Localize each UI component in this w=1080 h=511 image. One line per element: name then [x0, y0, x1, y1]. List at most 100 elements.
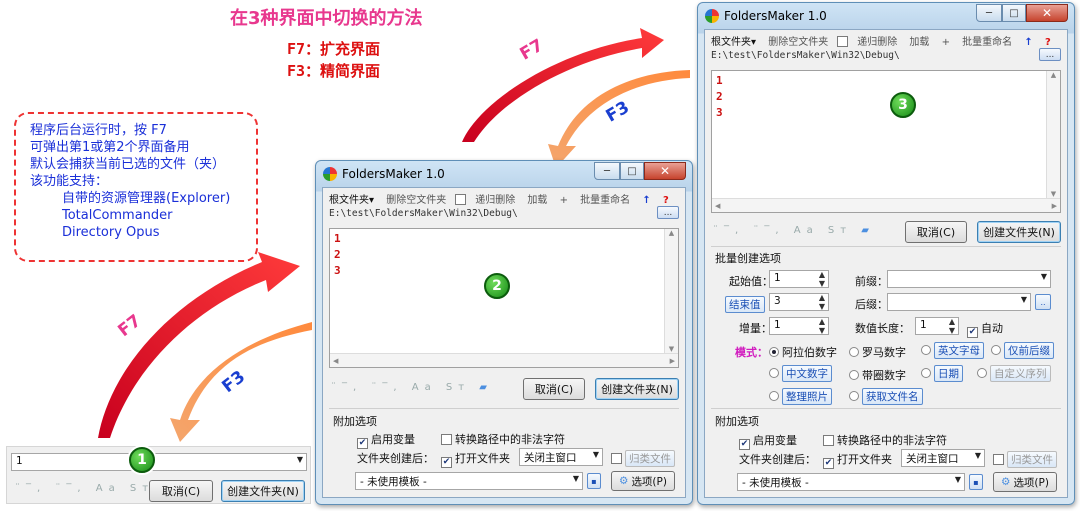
dropdown-arrow-icon[interactable]: ▼: [297, 455, 303, 464]
batch-rename-button[interactable]: 批量重命名: [962, 37, 1012, 48]
help-icon[interactable]: ?: [663, 195, 669, 206]
style-icon[interactable]: Sт: [828, 225, 852, 236]
start-spinner[interactable]: 1 ▲ ▼: [769, 270, 829, 288]
add-button[interactable]: +: [942, 37, 950, 48]
mode-roman[interactable]: 罗马数字: [849, 344, 906, 360]
convert-illegal-checkbox[interactable]: [441, 434, 452, 445]
cancel-button[interactable]: 取消(C): [523, 378, 585, 400]
batch-rename-button[interactable]: 批量重命名: [580, 195, 630, 206]
tool-icon-b[interactable]: ¨‾,: [55, 483, 86, 494]
up-arrow-icon[interactable]: ↑: [1024, 37, 1032, 48]
auto-option[interactable]: ✔ 自动: [967, 320, 1003, 338]
template-menu-button[interactable]: ▪: [969, 474, 983, 490]
maximize-button[interactable]: □: [620, 162, 644, 180]
dropdown-arrow-icon[interactable]: ▼: [593, 450, 599, 459]
mode-date-button[interactable]: 日期: [934, 365, 963, 382]
dropdown-arrow-icon[interactable]: ▼: [573, 474, 579, 483]
mode-cn-numbers-radio[interactable]: [769, 368, 779, 378]
mode-photos[interactable]: 整理照片: [769, 388, 832, 405]
suffix-select[interactable]: ▼: [887, 293, 1031, 311]
scroll-up-icon[interactable]: ▲: [1051, 71, 1056, 79]
step-spinner[interactable]: 1 ▲ ▼: [769, 317, 829, 335]
create-folder-button[interactable]: 创建文件夹(N): [221, 480, 305, 502]
classify-button[interactable]: 归类文件: [625, 450, 675, 467]
style-icon[interactable]: Sт: [446, 382, 470, 393]
mode-circled[interactable]: 带圈数字: [849, 367, 906, 383]
up-arrow-icon[interactable]: ↑: [642, 195, 650, 206]
mode-circled-radio[interactable]: [849, 370, 859, 380]
enable-var-option[interactable]: ✔ 启用变量: [739, 432, 797, 450]
template-select[interactable]: - 未使用模板 - ▼: [355, 472, 583, 490]
scroll-left-icon[interactable]: ◀: [333, 357, 338, 365]
case-icon[interactable]: Aa: [96, 483, 121, 494]
end-value-option[interactable]: 结束值: [725, 296, 765, 313]
minimize-button[interactable]: ─: [594, 162, 620, 180]
mode-date[interactable]: 日期: [921, 365, 963, 382]
vertical-scrollbar[interactable]: ▲ ▼: [1046, 71, 1060, 198]
folder-names-editor[interactable]: 1 2 3 ▲ ▼ ◀ ▶: [711, 70, 1061, 213]
dropdown-arrow-icon[interactable]: ▼: [1021, 295, 1027, 304]
mode-photos-button[interactable]: 整理照片: [782, 388, 832, 405]
close-button[interactable]: ✕: [1026, 4, 1068, 22]
template-menu-button[interactable]: ▪: [587, 473, 601, 489]
mode-en-letters-radio[interactable]: [921, 345, 931, 355]
mode-custom-radio[interactable]: [977, 368, 987, 378]
open-folder-checkbox[interactable]: ✔: [441, 457, 452, 468]
root-folder-menu[interactable]: 根文件夹▾: [711, 37, 756, 48]
browse-button[interactable]: ...: [1039, 48, 1061, 61]
after-create-select[interactable]: 关闭主窗口 ▼: [519, 448, 603, 466]
mode-en-letters[interactable]: 英文字母: [921, 342, 984, 359]
spin-arrows-icon[interactable]: ▲ ▼: [819, 270, 825, 288]
horizontal-scrollbar[interactable]: ◀ ▶: [712, 198, 1060, 212]
folder-icon[interactable]: ▰: [861, 225, 875, 236]
convert-illegal-option[interactable]: 转换路径中的非法字符: [823, 432, 947, 448]
classify-option[interactable]: 归类文件: [611, 450, 675, 467]
tool-icon-a[interactable]: ¨‾,: [713, 225, 744, 236]
load-button[interactable]: 加载: [527, 195, 547, 206]
name-input[interactable]: 1 ▼: [11, 453, 307, 471]
open-folder-option[interactable]: ✔ 打开文件夹: [441, 450, 510, 468]
cancel-button[interactable]: 取消(C): [149, 480, 213, 502]
after-create-select[interactable]: 关闭主窗口 ▼: [901, 449, 985, 467]
dropdown-arrow-icon[interactable]: ▼: [955, 475, 961, 484]
convert-illegal-checkbox[interactable]: [823, 435, 834, 446]
end-value-button[interactable]: 结束值: [725, 296, 765, 313]
mode-custom-button[interactable]: 自定义序列: [990, 365, 1051, 382]
case-icon[interactable]: Aa: [794, 225, 819, 236]
suffix-browse-button[interactable]: ..: [1035, 294, 1051, 310]
mode-arabic[interactable]: 阿拉伯数字: [769, 344, 837, 360]
dropdown-arrow-icon[interactable]: ▼: [1041, 272, 1047, 281]
delete-empty-folders[interactable]: 删除空文件夹: [768, 37, 828, 48]
tool-icon-a[interactable]: ¨‾,: [15, 483, 46, 494]
dropdown-arrow-icon[interactable]: ▼: [975, 451, 981, 460]
spin-arrows-icon[interactable]: ▲ ▼: [819, 293, 825, 311]
scroll-right-icon[interactable]: ▶: [670, 357, 675, 365]
create-folder-button[interactable]: 创建文件夹(N): [977, 221, 1061, 243]
mode-photos-radio[interactable]: [769, 391, 779, 401]
mode-cn-numbers-button[interactable]: 中文数字: [782, 365, 832, 382]
prefix-select[interactable]: ▼: [887, 270, 1051, 288]
tool-icon-b[interactable]: ¨‾,: [371, 382, 402, 393]
digits-spinner[interactable]: 1 ▲ ▼: [915, 317, 959, 335]
recursive-checkbox[interactable]: [455, 194, 467, 205]
scroll-down-icon[interactable]: ▼: [669, 345, 674, 353]
options-button[interactable]: ⚙ 选项(P): [993, 472, 1057, 492]
mode-prefix-suffix-button[interactable]: 仅前后缀: [1004, 342, 1054, 359]
horizontal-scrollbar[interactable]: ◀ ▶: [330, 353, 678, 367]
mode-filenames-button[interactable]: 获取文件名: [862, 388, 923, 405]
tool-icon-b[interactable]: ¨‾,: [753, 225, 784, 236]
end-spinner[interactable]: 3 ▲ ▼: [769, 293, 829, 311]
help-icon[interactable]: ?: [1045, 37, 1051, 48]
maximize-button[interactable]: □: [1002, 4, 1026, 22]
auto-checkbox[interactable]: ✔: [967, 327, 978, 338]
mode-prefix-suffix-radio[interactable]: [991, 345, 1001, 355]
add-button[interactable]: +: [560, 195, 568, 206]
scroll-right-icon[interactable]: ▶: [1052, 202, 1057, 210]
load-button[interactable]: 加载: [909, 37, 929, 48]
spin-arrows-icon[interactable]: ▲ ▼: [949, 317, 955, 335]
mode-cn-numbers[interactable]: 中文数字: [769, 365, 832, 382]
scroll-left-icon[interactable]: ◀: [715, 202, 720, 210]
spin-arrows-icon[interactable]: ▲ ▼: [819, 317, 825, 335]
root-folder-menu[interactable]: 根文件夹▾: [329, 195, 374, 206]
scroll-down-icon[interactable]: ▼: [1051, 190, 1056, 198]
